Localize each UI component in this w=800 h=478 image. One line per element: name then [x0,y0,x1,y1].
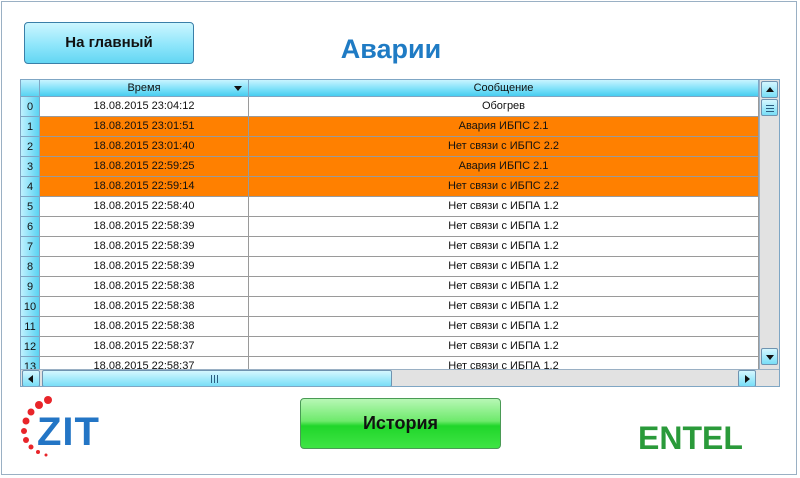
cell-message: Нет связи с ИБПА 1.2 [249,317,759,337]
table-row[interactable]: 8 18.08.2015 22:58:39 Нет связи с ИБПА 1.2 [21,257,759,277]
cell-message: Нет связи с ИБПА 1.2 [249,277,759,297]
table-row[interactable]: 5 18.08.2015 22:58:40 Нет связи с ИБПА 1.2 [21,197,759,217]
scroll-grip-icon [214,375,215,383]
scroll-up-button[interactable] [761,81,778,98]
cell-message: Нет связи с ИБПА 1.2 [249,357,759,369]
column-header-message[interactable]: Сообщение [249,80,759,97]
cell-time: 18.08.2015 22:58:38 [40,277,249,297]
cell-time: 18.08.2015 22:59:25 [40,157,249,177]
page-title: Аварии [340,34,442,64]
cell-time: 18.08.2015 23:01:51 [40,117,249,137]
row-number: 6 [21,217,40,237]
horizontal-scroll-thumb[interactable] [42,370,392,386]
sort-down-icon [234,86,242,91]
row-number: 7 [21,237,40,257]
scroll-grip-icon [766,105,774,106]
row-number: 13 [21,357,40,369]
row-number: 12 [21,337,40,357]
table-body: 0 18.08.2015 23:04:12 Обогрев 1 18.08.2015 2… [21,97,759,369]
table-row[interactable]: 6 18.08.2015 22:58:39 Нет связи с ИБПА 1.2 [21,217,759,237]
table-row[interactable]: 10 18.08.2015 22:58:38 Нет связи с ИБПА 1.… [21,297,759,317]
column-header-time[interactable]: Время [40,80,249,97]
horizontal-scrollbar[interactable] [21,369,779,386]
cell-time: 18.08.2015 22:58:39 [40,217,249,237]
scroll-up-icon [766,87,774,92]
row-number: 9 [21,277,40,297]
row-number: 5 [21,197,40,217]
cell-time: 18.08.2015 22:58:39 [40,257,249,277]
alarm-table: Время Сообщение 0 18.08.2015 23:04:12 Обог… [20,79,780,387]
cell-message: Нет связи с ИБПС 2.2 [249,137,759,157]
scroll-grip-icon [211,375,212,383]
vertical-scrollbar[interactable] [759,80,779,369]
table-row[interactable]: 0 18.08.2015 23:04:12 Обогрев [21,97,759,117]
cell-time: 18.08.2015 22:58:38 [40,297,249,317]
cell-time: 18.08.2015 23:04:12 [40,97,249,117]
scroll-grip-icon [766,108,774,109]
scroll-down-icon [766,355,774,360]
cell-time: 18.08.2015 22:58:37 [40,357,249,369]
zit-logo: ZIT [37,410,100,454]
cell-message: Обогрев [249,97,759,117]
table-row[interactable]: 13 18.08.2015 22:58:37 Нет связи с ИБПА 1.… [21,357,759,369]
cell-time: 18.08.2015 22:58:40 [40,197,249,217]
entel-logo: ENTEL [638,420,743,456]
table-row[interactable]: 9 18.08.2015 22:58:38 Нет связи с ИБПА 1.2 [21,277,759,297]
scroll-left-icon [28,375,33,383]
cell-message: Нет связи с ИБПА 1.2 [249,297,759,317]
scroll-left-button[interactable] [22,370,40,386]
row-number: 10 [21,297,40,317]
vertical-scroll-thumb[interactable] [761,99,778,116]
table-row[interactable]: 2 18.08.2015 23:01:40 Нет связи с ИБПС 2.2 [21,137,759,157]
table-row[interactable]: 4 18.08.2015 22:59:14 Нет связи с ИБПС 2.2 [21,177,759,197]
cell-message: Нет связи с ИБПА 1.2 [249,217,759,237]
row-number: 11 [21,317,40,337]
cell-time: 18.08.2015 22:58:39 [40,237,249,257]
table-row[interactable]: 1 18.08.2015 23:01:51 Авария ИБПС 2.1 [21,117,759,137]
cell-time: 18.08.2015 22:58:37 [40,337,249,357]
home-button[interactable]: На главный [24,22,194,64]
cell-message: Авария ИБПС 2.1 [249,117,759,137]
row-number: 4 [21,177,40,197]
scroll-grip-icon [217,375,218,383]
row-number: 3 [21,157,40,177]
column-header-message-label: Сообщение [473,82,534,94]
scroll-right-icon [745,375,750,383]
row-number: 8 [21,257,40,277]
cell-message: Нет связи с ИБПА 1.2 [249,337,759,357]
table-row[interactable]: 3 18.08.2015 22:59:25 Авария ИБПС 2.1 [21,157,759,177]
scroll-right-button[interactable] [738,370,756,386]
scroll-down-button[interactable] [761,348,778,365]
scroll-grip-icon [766,111,774,112]
cell-time: 18.08.2015 23:01:40 [40,137,249,157]
cell-time: 18.08.2015 22:59:14 [40,177,249,197]
cell-time: 18.08.2015 22:58:38 [40,317,249,337]
cell-message: Нет связи с ИБПА 1.2 [249,197,759,217]
row-number: 2 [21,137,40,157]
cell-message: Авария ИБПС 2.1 [249,157,759,177]
table-row[interactable]: 7 18.08.2015 22:58:39 Нет связи с ИБПА 1.2 [21,237,759,257]
cell-message: Нет связи с ИБПС 2.2 [249,177,759,197]
cell-message: Нет связи с ИБПА 1.2 [249,257,759,277]
table-corner [21,80,40,97]
history-button[interactable]: История [300,398,501,449]
table-row[interactable]: 12 18.08.2015 22:58:37 Нет связи с ИБПА 1.… [21,337,759,357]
row-number: 1 [21,117,40,137]
row-number: 0 [21,97,40,117]
table-row[interactable]: 11 18.08.2015 22:58:38 Нет связи с ИБПА 1.… [21,317,759,337]
cell-message: Нет связи с ИБПА 1.2 [249,237,759,257]
column-header-time-label: Время [127,82,161,94]
